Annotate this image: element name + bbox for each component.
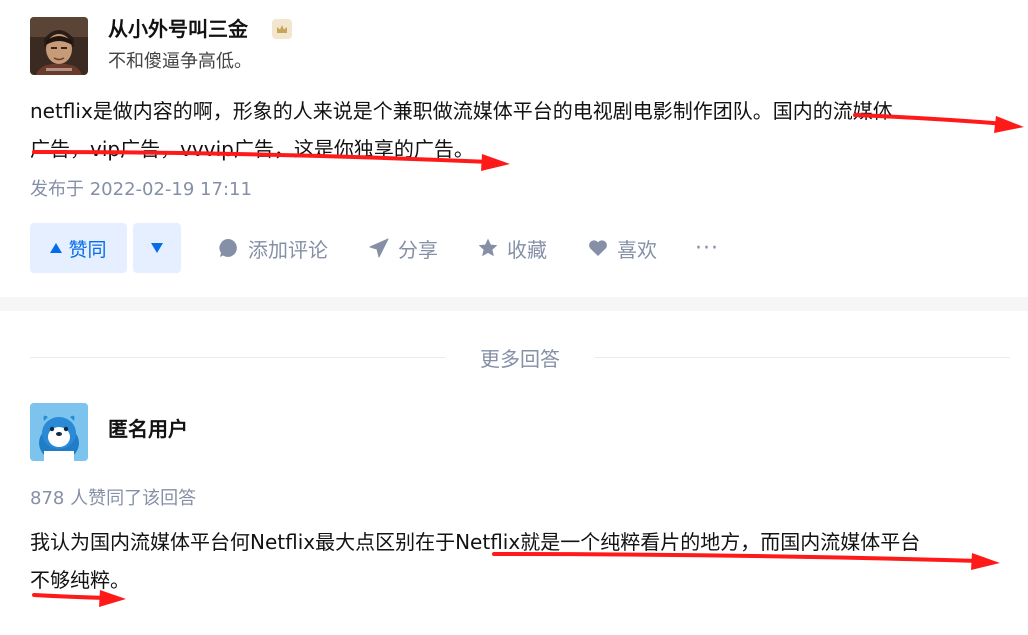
more-answers-title: 更多回答 — [480, 347, 560, 371]
comment-icon — [219, 238, 237, 257]
collect-label: 收藏 — [507, 237, 547, 262]
answer-content-line: netflix是做内容的啊，形象的人来说是个兼职做流媒体平台的电视剧电影制作团队… — [30, 99, 906, 123]
more-options-icon: ··· — [695, 235, 719, 261]
more-options-button[interactable]: ··· — [695, 223, 719, 273]
triangle-up-icon — [50, 243, 63, 253]
downvote-button[interactable] — [133, 223, 181, 273]
publish-time[interactable]: 发布于 2022-02-19 17:11 — [30, 176, 252, 204]
crown-badge-icon — [272, 19, 292, 39]
answer2-content-line: 不够纯粹。 — [30, 568, 130, 592]
comment-label: 添加评论 — [248, 237, 328, 262]
divider-left — [30, 357, 445, 358]
author-avatar[interactable] — [30, 17, 88, 75]
answer-content-line: 广告，vip广告，vvvip广告，这是你独享的广告。 — [30, 137, 474, 161]
divider-right — [595, 357, 1010, 358]
comment-button[interactable]: 添加评论 — [218, 223, 328, 273]
anonymous-user-name: 匿名用户 — [108, 417, 188, 441]
share-button[interactable]: 分享 — [368, 223, 438, 273]
answer-content: netflix是做内容的啊，形象的人来说是个兼职做流媒体平台的电视剧电影制作团队… — [30, 92, 1010, 168]
like-button[interactable]: 喜欢 — [587, 223, 657, 273]
share-icon — [369, 238, 389, 258]
answer2-content-line: 我认为国内流媒体平台何Netflix最大点区别在于Netflix就是一个纯粹看片… — [30, 530, 921, 554]
share-label: 分享 — [398, 237, 438, 262]
like-label: 喜欢 — [617, 237, 657, 262]
anonymous-avatar — [30, 403, 88, 461]
vote-count: 878 人赞同了该回答 — [30, 488, 197, 509]
triangle-down-icon — [151, 243, 163, 253]
upvote-label: 赞同 — [68, 238, 107, 261]
star-icon — [478, 238, 498, 257]
collect-button[interactable]: 收藏 — [477, 223, 547, 273]
upvote-button[interactable]: 赞同 — [30, 223, 127, 273]
answer2-content: 我认为国内流媒体平台何Netflix最大点区别在于Netflix就是一个纯粹看片… — [30, 523, 1020, 599]
heart-icon — [589, 240, 607, 256]
author-name[interactable]: 从小外号叫三金 — [108, 14, 248, 44]
author-bio: 不和傻逼争高低。 — [108, 51, 252, 72]
